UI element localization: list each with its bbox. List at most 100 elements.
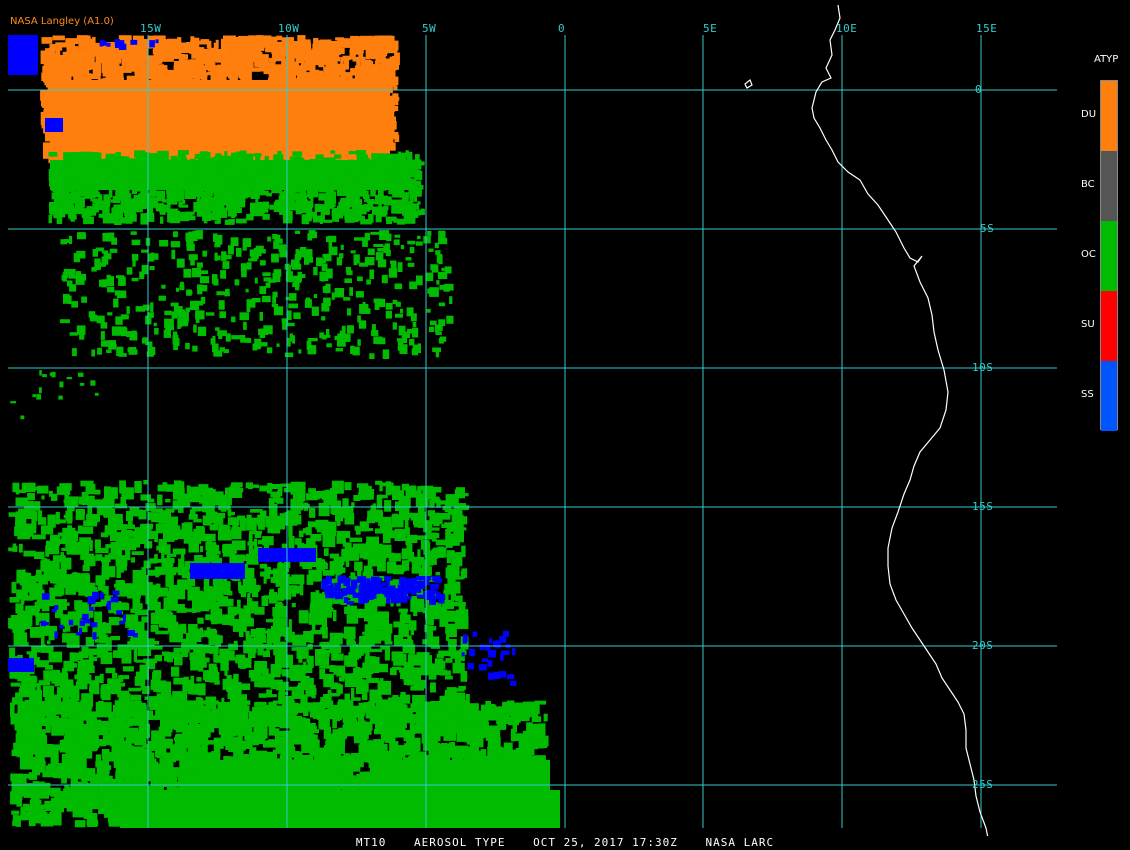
organic-carbon-patch <box>234 180 238 191</box>
organic-carbon-patch <box>454 584 461 588</box>
dust-patch <box>263 133 271 144</box>
organic-carbon-patch <box>409 247 415 254</box>
dust-patch <box>268 62 274 77</box>
dust-patch <box>200 113 212 120</box>
organic-carbon-patch <box>171 666 180 677</box>
organic-carbon-patch <box>357 276 363 282</box>
organic-carbon-patch <box>60 319 70 324</box>
organic-carbon-patch <box>434 264 439 273</box>
organic-carbon-patch <box>242 555 257 562</box>
organic-carbon-patch <box>405 257 412 261</box>
organic-carbon-patch <box>373 164 379 172</box>
organic-carbon-patch <box>201 527 205 541</box>
dust-patch <box>360 70 368 79</box>
organic-carbon-patch <box>153 168 162 180</box>
organic-carbon-patch <box>331 292 335 300</box>
organic-carbon-patch <box>354 561 363 571</box>
dust-patch <box>340 126 347 131</box>
organic-carbon-patch <box>263 277 272 282</box>
organic-carbon-patch <box>339 168 344 177</box>
dust-patch <box>80 101 86 113</box>
organic-carbon-patch <box>190 164 199 169</box>
organic-carbon-patch <box>139 163 144 169</box>
organic-carbon-patch <box>233 620 244 626</box>
dust-patch <box>266 87 274 101</box>
dust-patch <box>256 39 261 53</box>
organic-carbon-patch <box>204 156 208 162</box>
organic-carbon-patch <box>334 335 343 341</box>
organic-carbon-patch <box>319 665 333 669</box>
organic-carbon-patch <box>246 182 253 188</box>
organic-carbon-patch <box>361 308 371 314</box>
organic-carbon-patch <box>352 190 360 199</box>
organic-carbon-patch <box>128 687 142 692</box>
organic-carbon-patch <box>94 392 99 396</box>
organic-carbon-patch <box>310 198 314 208</box>
dust-patch <box>163 124 167 135</box>
organic-carbon-patch <box>270 594 280 601</box>
dust-patch <box>228 43 243 49</box>
organic-carbon-patch <box>439 285 444 290</box>
organic-carbon-patch <box>185 307 190 312</box>
organic-carbon-patch <box>54 494 58 501</box>
organic-carbon-patch <box>159 204 166 215</box>
dust-patch <box>232 71 236 85</box>
organic-carbon-patch <box>403 214 416 224</box>
organic-carbon-patch <box>427 288 438 294</box>
organic-carbon-patch <box>393 177 401 189</box>
dust-patch <box>250 52 263 56</box>
dust-patch <box>232 142 236 147</box>
organic-carbon-patch <box>122 666 134 672</box>
organic-carbon-patch <box>302 675 310 687</box>
organic-carbon-patch <box>455 552 463 563</box>
organic-carbon-patch <box>199 165 204 178</box>
organic-carbon-patch <box>384 500 392 512</box>
organic-carbon-patch <box>207 601 220 610</box>
dust-patch <box>367 76 372 89</box>
organic-carbon-patch <box>80 553 94 559</box>
dust-patch <box>270 143 281 151</box>
organic-carbon-patch <box>212 211 217 217</box>
organic-carbon-patch <box>393 239 400 246</box>
organic-carbon-patch <box>425 272 434 282</box>
organic-carbon-patch <box>397 262 403 272</box>
organic-carbon-patch <box>264 174 275 185</box>
organic-carbon-patch <box>426 309 431 313</box>
organic-carbon-patch <box>252 647 257 654</box>
dust-patch <box>92 45 99 51</box>
organic-carbon-patch <box>230 237 239 247</box>
organic-carbon-patch <box>350 250 356 254</box>
organic-carbon-patch <box>292 515 302 525</box>
organic-carbon-patch <box>266 192 272 197</box>
organic-carbon-patch <box>291 259 300 268</box>
organic-carbon-patch <box>310 533 322 541</box>
dust-patch <box>240 74 251 85</box>
organic-carbon-patch <box>115 555 128 567</box>
organic-carbon-patch <box>190 300 200 311</box>
dust-patch <box>149 64 154 78</box>
organic-carbon-patch <box>298 530 304 538</box>
organic-carbon-patch <box>353 543 366 554</box>
dust-patch <box>126 114 133 126</box>
organic-carbon-patch <box>199 627 203 638</box>
dust-patch <box>255 130 265 138</box>
organic-carbon-patch <box>81 646 89 659</box>
organic-carbon-patch <box>271 186 280 194</box>
sea-salt-patch <box>149 40 155 48</box>
organic-carbon-patch <box>107 286 115 293</box>
organic-carbon-patch <box>151 515 163 523</box>
organic-carbon-patch <box>131 253 139 261</box>
organic-carbon-patch <box>359 173 367 182</box>
organic-carbon-patch <box>61 614 73 618</box>
organic-carbon-patch <box>41 635 45 647</box>
organic-carbon-patch <box>293 275 302 283</box>
organic-carbon-patch <box>439 336 447 342</box>
dust-patch <box>125 136 137 145</box>
sea-salt-patch <box>8 35 38 75</box>
organic-carbon-patch <box>234 279 240 286</box>
organic-carbon-patch <box>333 609 337 622</box>
organic-carbon-patch <box>8 617 19 629</box>
dust-patch <box>115 137 121 143</box>
organic-carbon-patch <box>406 307 414 317</box>
organic-carbon-patch <box>380 153 390 165</box>
